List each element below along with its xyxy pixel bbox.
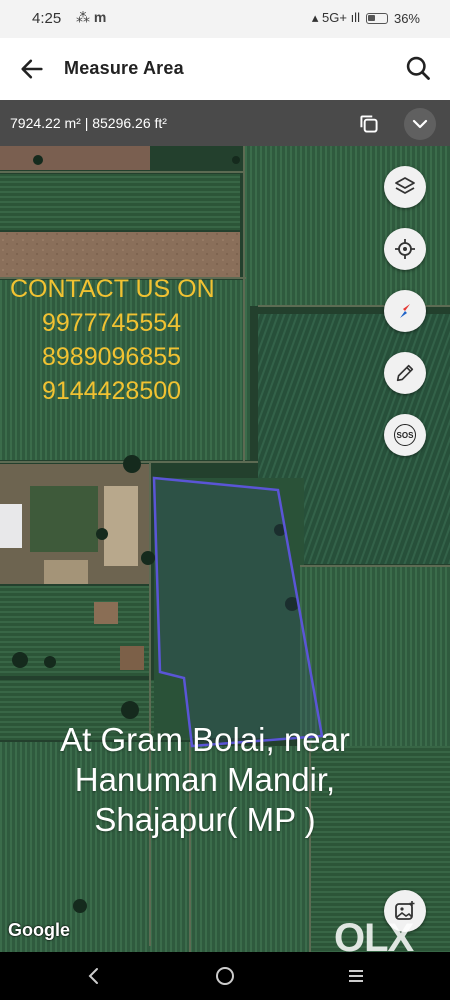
notification-icons: ⁂ m bbox=[76, 9, 107, 25]
search-icon[interactable] bbox=[404, 54, 432, 82]
copy-icon[interactable] bbox=[356, 111, 382, 137]
contact-overlay: CONTACT US ON 9977745554 8989096855 9144… bbox=[10, 272, 215, 408]
battery-level: 36% bbox=[393, 10, 420, 26]
location-overlay: At Gram Bolai, near Hanuman Mandir, Shaj… bbox=[0, 720, 410, 840]
navigation-bar bbox=[0, 952, 450, 1000]
measure-bar: 7924.22 m² | 85296.26 ft² bbox=[0, 100, 450, 146]
app-header: Measure Area bbox=[0, 38, 450, 100]
location-line: Hanuman Mandir, bbox=[74, 761, 336, 798]
battery-icon bbox=[365, 12, 388, 24]
page-title: Measure Area bbox=[64, 58, 184, 78]
location-line: Shajapur( MP ) bbox=[94, 801, 316, 838]
compass-button[interactable] bbox=[384, 290, 426, 332]
phone-number: 9144428500 bbox=[42, 377, 182, 405]
home-nav-icon[interactable] bbox=[213, 964, 237, 988]
contact-heading: CONTACT US ON bbox=[10, 275, 215, 303]
compass-icon bbox=[400, 304, 410, 318]
recents-nav-icon[interactable] bbox=[344, 964, 368, 988]
olx-watermark: OLX bbox=[334, 916, 414, 952]
area-readout: 7924.22 m² | 85296.26 ft² bbox=[10, 115, 167, 131]
sos-button[interactable]: SOS bbox=[384, 414, 426, 456]
phone-number: 8989096855 bbox=[42, 343, 182, 371]
layers-button[interactable] bbox=[384, 166, 426, 208]
google-attribution: Google bbox=[8, 920, 70, 940]
my-location-icon bbox=[395, 239, 415, 259]
back-nav-icon[interactable] bbox=[82, 964, 106, 988]
chevron-down-icon bbox=[412, 119, 428, 129]
phone-number: 9977745554 bbox=[42, 309, 182, 337]
pencil-icon bbox=[396, 364, 414, 382]
sos-icon: SOS bbox=[394, 424, 416, 446]
draw-button[interactable] bbox=[384, 352, 426, 394]
arrow-left-icon[interactable] bbox=[18, 55, 46, 83]
location-line: At Gram Bolai, near bbox=[60, 721, 350, 758]
status-bar: 4:25 ⁂ m ▴ 5G+ ıll 36% bbox=[0, 0, 450, 38]
signal-icon: ▴ 5G+ ıll bbox=[311, 10, 360, 25]
status-right: ▴ 5G+ ıll 36% bbox=[312, 10, 420, 26]
layers-icon bbox=[395, 177, 415, 194]
my-location-button[interactable] bbox=[384, 228, 426, 270]
expand-button[interactable] bbox=[404, 108, 436, 140]
satellite-map[interactable]: CONTACT US ON 9977745554 8989096855 9144… bbox=[0, 146, 450, 952]
status-time: 4:25 bbox=[32, 10, 62, 27]
